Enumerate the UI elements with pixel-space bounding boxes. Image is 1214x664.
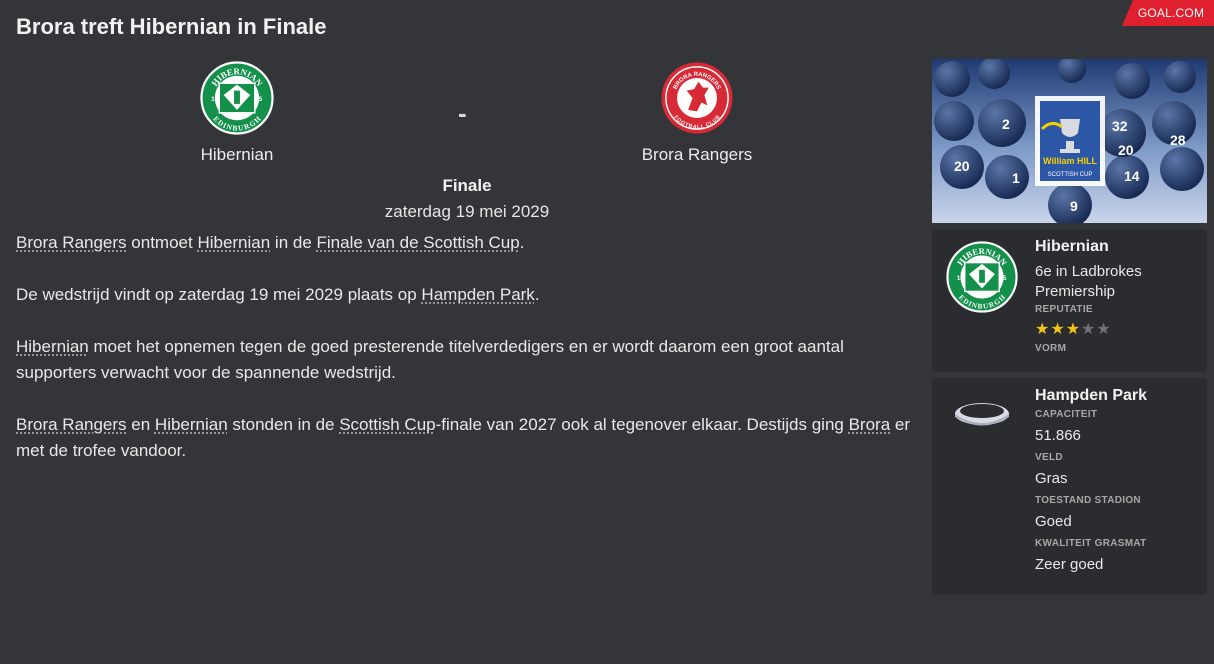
stadium-info-card[interactable]: Hampden Park CAPACITEIT 51.866 VELD Gras…: [932, 378, 1207, 595]
star-filled-icon: ★: [1065, 321, 1081, 338]
svg-text:20: 20: [1118, 142, 1134, 158]
capacity-label: CAPACITEIT: [1035, 409, 1098, 420]
source-badge[interactable]: GOAL.COM: [1122, 0, 1214, 26]
stadium-icon: [955, 403, 1009, 426]
team-card-name[interactable]: Hibernian: [1035, 238, 1200, 256]
link-hibernian[interactable]: Hibernian: [16, 337, 89, 356]
hibernian-crest-icon: HIBERNIAN EDINBURGH 18 75: [200, 61, 274, 135]
grass-quality-label: KWALITEIT GRASMAT: [1035, 538, 1147, 549]
reputation-stars: ★★★★★: [1035, 321, 1200, 338]
article-paragraph: Brora Rangers ontmoet Hibernian in de Fi…: [16, 233, 525, 252]
stadium-name[interactable]: Hampden Park: [1035, 387, 1200, 405]
away-team[interactable]: BRORA RANGERS FOOTBALL CLUB Brora Ranger…: [577, 61, 817, 165]
home-team-name[interactable]: Hibernian: [117, 145, 357, 165]
link-scottish-cup-final[interactable]: Finale van de Scottish Cup: [317, 233, 520, 252]
svg-text:1: 1: [1012, 170, 1020, 186]
home-team[interactable]: HIBERNIAN EDINBURGH 18 75 Hibernian: [117, 61, 357, 165]
star-filled-icon: ★: [1035, 321, 1050, 338]
away-team-name[interactable]: Brora Rangers: [577, 145, 817, 165]
link-hibernian[interactable]: Hibernian: [155, 415, 228, 434]
pitch-label: VELD: [1035, 452, 1063, 463]
svg-text:75: 75: [255, 96, 263, 103]
star-filled-icon: ★: [1050, 321, 1065, 338]
svg-text:9: 9: [1070, 198, 1078, 214]
svg-text:18: 18: [211, 96, 219, 103]
svg-text:2: 2: [1002, 116, 1010, 132]
page-title: Brora treft Hibernian in Finale: [16, 14, 327, 39]
news-article: Brora Rangers ontmoet Hibernian in de Fi…: [16, 230, 916, 490]
grass-quality-value: Zeer goed: [1035, 556, 1104, 573]
svg-text:14: 14: [1124, 168, 1140, 184]
svg-text:28: 28: [1170, 132, 1186, 148]
svg-text:20: 20: [954, 158, 970, 174]
score-separator: -: [458, 98, 467, 128]
star-empty-icon: ★: [1096, 321, 1111, 338]
pitch-value: Gras: [1035, 470, 1068, 487]
link-brora-rangers[interactable]: Brora Rangers: [16, 233, 127, 252]
link-brora[interactable]: Brora: [849, 415, 891, 434]
match-date: zaterdag 19 mei 2029: [384, 202, 550, 221]
brora-rangers-crest-icon: BRORA RANGERS FOOTBALL CLUB: [661, 62, 733, 134]
star-empty-icon: ★: [1081, 321, 1096, 338]
condition-label: TOESTAND STADION: [1035, 495, 1141, 506]
article-paragraph: Hibernian moet het opnemen tegen de goed…: [16, 337, 844, 382]
link-brora-rangers[interactable]: Brora Rangers: [16, 415, 127, 434]
match-stage: Finale: [442, 176, 492, 195]
form-label: VORM: [1035, 343, 1067, 354]
link-hibernian[interactable]: Hibernian: [197, 233, 270, 252]
svg-text:32: 32: [1112, 118, 1128, 134]
team-info-card[interactable]: HIBERNIAN EDINBURGH 18 75 Hibernian 6e i…: [932, 229, 1207, 372]
svg-text:William HILL: William HILL: [1043, 156, 1097, 166]
link-scottish-cup[interactable]: Scottish Cup: [339, 415, 435, 434]
league-position: 6e in Ladbrokes Premiership: [1035, 263, 1142, 300]
link-hampden-park[interactable]: Hampden Park: [421, 285, 534, 304]
condition-value: Goed: [1035, 513, 1072, 530]
hibernian-crest-icon: HIBERNIAN EDINBURGH 18 75: [946, 241, 1018, 313]
scottish-cup-draw-banner: 2 20 1 9 32 20 14 28 William HILL SCOTTI…: [932, 59, 1207, 223]
svg-text:SCOTTISH CUP: SCOTTISH CUP: [1048, 172, 1093, 178]
article-paragraph: Brora Rangers en Hibernian stonden in de…: [16, 415, 911, 460]
svg-text:18: 18: [957, 275, 965, 282]
capacity-value: 51.866: [1035, 427, 1081, 444]
svg-text:75: 75: [999, 275, 1007, 282]
article-paragraph: De wedstrijd vindt op zaterdag 19 mei 20…: [16, 285, 540, 304]
reputation-label: REPUTATIE: [1035, 304, 1093, 315]
